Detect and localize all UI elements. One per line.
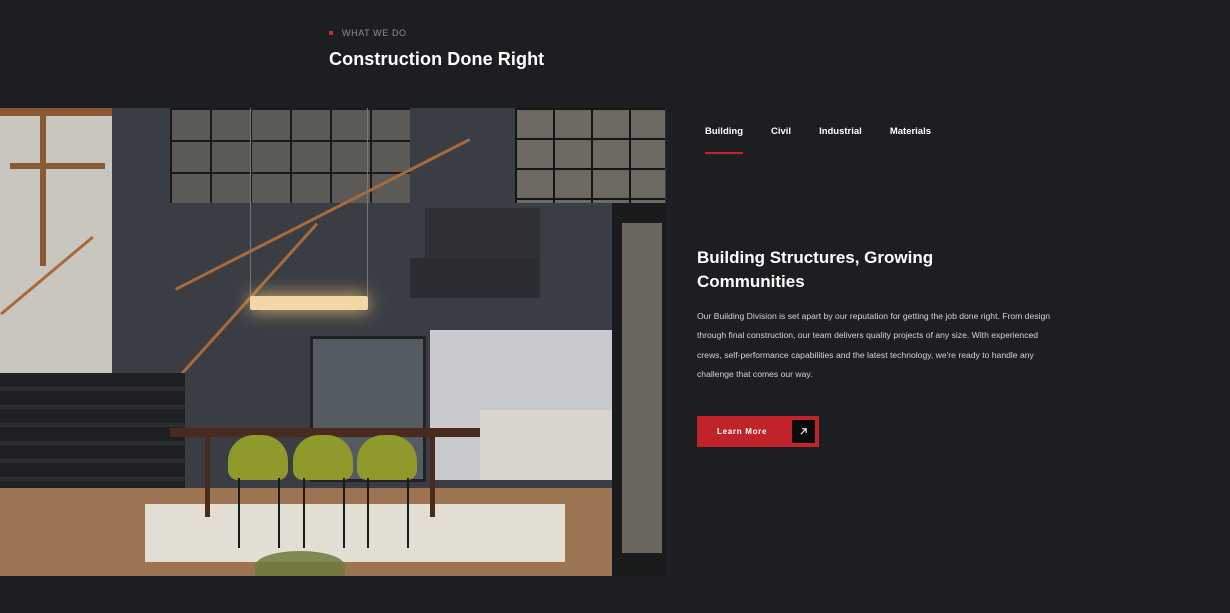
eyebrow-label: WHAT WE DO xyxy=(342,28,407,38)
photo-window-pane xyxy=(622,223,662,553)
learn-more-button[interactable]: Learn More xyxy=(697,416,819,447)
tab-industrial[interactable]: Industrial xyxy=(819,126,862,154)
photo-chair xyxy=(357,435,417,480)
tab-materials[interactable]: Materials xyxy=(890,126,931,154)
photo-beam xyxy=(40,116,46,266)
photo-chair xyxy=(228,435,288,480)
photo-chair-leg xyxy=(238,478,240,548)
division-tabs: Building Civil Industrial Materials xyxy=(705,126,931,154)
photo-plant xyxy=(255,551,345,576)
photo-chair-leg xyxy=(407,478,409,548)
photo-chair xyxy=(293,435,353,480)
photo-wire xyxy=(250,108,251,296)
photo-landing-box xyxy=(410,258,540,298)
photo-chair-leg xyxy=(343,478,345,548)
interior-photo xyxy=(0,108,666,576)
section-title: Construction Done Right xyxy=(329,49,545,69)
content-body: Our Building Division is set apart by ou… xyxy=(697,311,1051,379)
photo-stair-landing xyxy=(425,208,540,258)
red-square-icon xyxy=(329,31,333,35)
headline-line: Building Structures, Growing xyxy=(697,248,934,267)
photo-pendant-light xyxy=(250,296,368,310)
content-headline: Building Structures, Growing Communities xyxy=(697,246,997,294)
photo-window-frame xyxy=(612,203,666,576)
photo-chair-leg xyxy=(303,478,305,548)
arrow-up-right-icon xyxy=(792,420,815,443)
photo-rug xyxy=(480,410,630,480)
headline-line: Communities xyxy=(697,272,805,291)
tab-building[interactable]: Building xyxy=(705,126,743,154)
photo-table-leg xyxy=(430,437,435,517)
photo-chair-leg xyxy=(278,478,280,548)
photo-wire xyxy=(367,108,368,296)
photo-beam xyxy=(0,108,115,116)
photo-table-leg xyxy=(205,437,210,517)
photo-window-grid xyxy=(515,108,665,203)
tab-civil[interactable]: Civil xyxy=(771,126,791,154)
photo-chair-leg xyxy=(367,478,369,548)
section-eyebrow: WHAT WE DO xyxy=(329,28,407,38)
learn-more-label: Learn More xyxy=(717,427,768,436)
photo-beam xyxy=(10,163,105,169)
